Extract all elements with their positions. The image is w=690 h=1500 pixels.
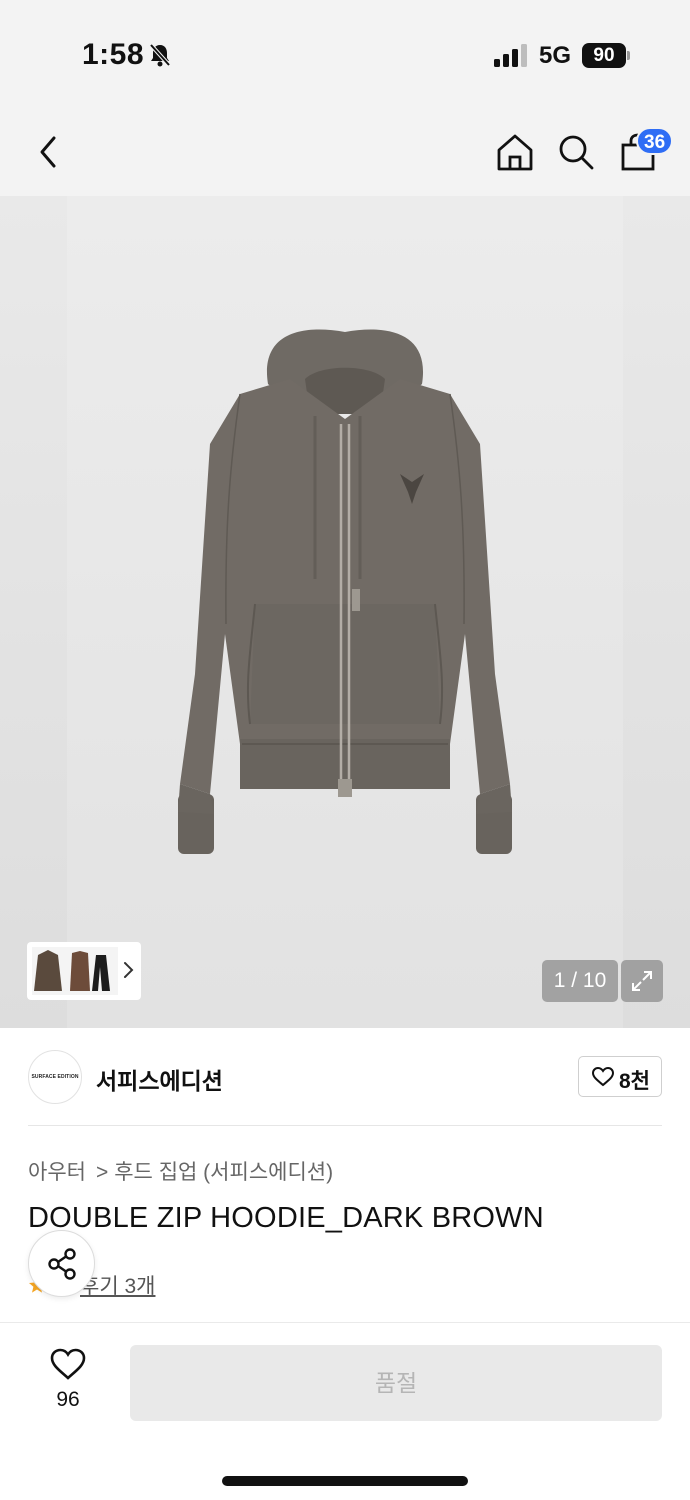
brand-name[interactable]: 서피스에디션: [96, 1062, 223, 1096]
top-navigation: 36: [0, 110, 690, 196]
bottom-bar-divider: [0, 1322, 690, 1323]
share-icon: [48, 1248, 76, 1280]
product-title: DOUBLE ZIP HOODIE_DARK BROWN: [28, 1202, 544, 1234]
wishlist-count: 96: [56, 1388, 80, 1411]
breadcrumb-subcategory[interactable]: 후드 집업 (서피스에디션): [114, 1161, 333, 1184]
battery-indicator: 90: [582, 43, 626, 68]
expand-icon: [632, 971, 652, 991]
status-bar: 1:58 5G 90: [0, 0, 690, 110]
signal-icon: [494, 44, 527, 67]
expand-button[interactable]: [621, 960, 663, 1002]
bell-muted-icon: [149, 43, 171, 67]
heart-outline-icon: [592, 1067, 614, 1087]
sold-out-button[interactable]: 품절: [130, 1345, 662, 1421]
home-indicator: [222, 1476, 468, 1486]
status-time: 1:58: [82, 38, 145, 71]
battery-tip: [627, 51, 630, 60]
product-detail-page: 1:58 5G 90 36 1 / 10 SURFACE EDITION 서피스…: [0, 0, 690, 1500]
wishlist-heart-icon[interactable]: [50, 1348, 86, 1381]
brand-logo[interactable]: SURFACE EDITION: [28, 1050, 82, 1104]
thumbnail-strip[interactable]: [27, 942, 141, 1000]
section-divider: [28, 1125, 662, 1126]
brand-row[interactable]: SURFACE EDITION 서피스에디션 8천: [0, 1028, 690, 1126]
back-icon[interactable]: [30, 132, 66, 172]
brand-like-count: 8천: [619, 1070, 650, 1093]
share-button[interactable]: [28, 1230, 95, 1297]
cart-count-badge: 36: [636, 127, 674, 155]
breadcrumb-category[interactable]: 아우터: [28, 1161, 86, 1184]
image-page-counter: 1 / 10: [542, 960, 618, 1002]
home-icon[interactable]: [494, 132, 536, 172]
search-icon[interactable]: [556, 132, 596, 172]
chevron-right-icon[interactable]: [121, 960, 135, 980]
breadcrumb-separator: >: [95, 1161, 109, 1184]
product-gallery[interactable]: 1 / 10: [0, 196, 690, 1028]
category-breadcrumb: 아우터 > 후드 집업 (서피스에디션): [28, 1156, 333, 1186]
network-label: 5G: [539, 42, 572, 69]
product-image[interactable]: [150, 324, 540, 890]
thumbnail-images: [32, 947, 118, 995]
brand-like-button[interactable]: 8천: [578, 1056, 662, 1097]
